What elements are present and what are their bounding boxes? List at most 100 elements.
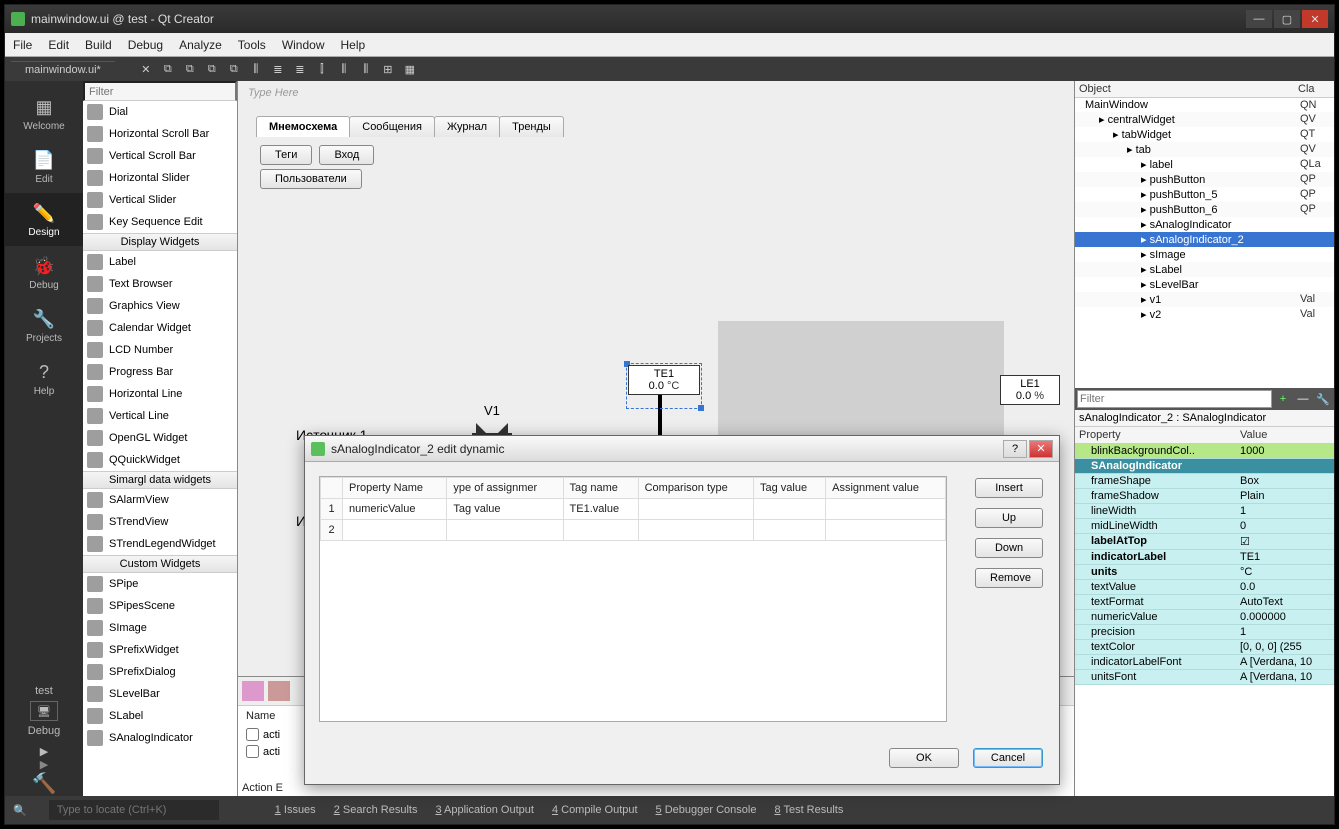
te1-indicator[interactable]: TE1 0.0 °C bbox=[628, 365, 700, 395]
widget-item[interactable]: STrendLegendWidget bbox=[83, 533, 237, 555]
mode-projects[interactable]: 🔧Projects bbox=[5, 299, 83, 352]
widget-item[interactable]: Text Browser bbox=[83, 273, 237, 295]
widget-item[interactable]: LCD Number bbox=[83, 339, 237, 361]
status-item[interactable]: 1 Issues bbox=[275, 804, 316, 816]
property-row[interactable]: SAnalogIndicator bbox=[1075, 459, 1334, 474]
action-checkbox[interactable] bbox=[246, 728, 259, 741]
folder-icon[interactable] bbox=[268, 681, 290, 701]
menu-tools[interactable]: Tools bbox=[238, 38, 266, 52]
menu-file[interactable]: File bbox=[13, 38, 32, 52]
status-item[interactable]: 5 Debugger Console bbox=[656, 804, 757, 816]
status-item[interactable]: 3 Application Output bbox=[435, 804, 533, 816]
widget-item[interactable]: SAnalogIndicator bbox=[83, 727, 237, 749]
widget-item[interactable]: Horizontal Line bbox=[83, 383, 237, 405]
widget-group-header[interactable]: Custom Widgets bbox=[83, 555, 237, 573]
menu-help[interactable]: Help bbox=[341, 38, 366, 52]
status-item[interactable]: 8 Test Results bbox=[774, 804, 843, 816]
widget-item[interactable]: Key Sequence Edit bbox=[83, 211, 237, 233]
object-tree-row[interactable]: ▸ tabWidgetQT bbox=[1075, 127, 1334, 142]
widget-item[interactable]: Vertical Scroll Bar bbox=[83, 145, 237, 167]
property-row[interactable]: textFormatAutoText bbox=[1075, 595, 1334, 610]
widget-item[interactable]: Vertical Line bbox=[83, 405, 237, 427]
object-tree-row[interactable]: ▸ tabQV bbox=[1075, 142, 1334, 157]
object-tree-row[interactable]: MainWindowQN bbox=[1075, 98, 1334, 112]
insert-button[interactable]: Insert bbox=[975, 478, 1043, 498]
object-tree-row[interactable]: ▸ pushButton_6QP bbox=[1075, 202, 1334, 217]
add-property-icon[interactable]: + bbox=[1274, 390, 1292, 408]
object-tree-row[interactable]: ▸ sAnalogIndicator bbox=[1075, 217, 1334, 232]
object-tree-row[interactable]: ▸ pushButtonQP bbox=[1075, 172, 1334, 187]
widget-item[interactable]: Label bbox=[83, 251, 237, 273]
widget-item[interactable]: SPipe bbox=[83, 573, 237, 595]
widget-item[interactable]: SPrefixWidget bbox=[83, 639, 237, 661]
toolbar-icon[interactable]: ⫼ bbox=[357, 60, 375, 78]
toolbar-icon[interactable]: ≣ bbox=[291, 60, 309, 78]
toolbar-icon[interactable]: ▦ bbox=[401, 60, 419, 78]
dynamic-table[interactable]: Property Nameype of assignmerTag nameCom… bbox=[319, 476, 947, 722]
toolbar-close-icon[interactable]: ✕ bbox=[137, 60, 155, 78]
action-checkbox[interactable] bbox=[246, 745, 259, 758]
toolbar-icon[interactable]: ⧉ bbox=[181, 60, 199, 78]
property-row[interactable]: frameShadowPlain bbox=[1075, 489, 1334, 504]
design-tab[interactable]: Мнемосхема bbox=[256, 116, 350, 137]
widget-item[interactable]: QQuickWidget bbox=[83, 449, 237, 471]
property-filter-input[interactable] bbox=[1077, 390, 1272, 408]
ok-button[interactable]: OK bbox=[889, 748, 959, 768]
folder-icon[interactable] bbox=[242, 681, 264, 701]
object-tree-row[interactable]: ▸ centralWidgetQV bbox=[1075, 112, 1334, 127]
locator-input[interactable] bbox=[49, 800, 219, 820]
widget-item[interactable]: Vertical Slider bbox=[83, 189, 237, 211]
settings-icon[interactable]: 🔧 bbox=[1314, 390, 1332, 408]
property-row[interactable]: frameShapeBox bbox=[1075, 474, 1334, 489]
widget-item[interactable]: Calendar Widget bbox=[83, 317, 237, 339]
property-row[interactable]: textValue0.0 bbox=[1075, 580, 1334, 595]
tags-button[interactable]: Теги bbox=[260, 145, 312, 165]
property-row[interactable]: unitsFontA [Verdana, 10 bbox=[1075, 670, 1334, 685]
toolbar-icon[interactable]: ⊞ bbox=[379, 60, 397, 78]
table-row[interactable]: 1numericValueTag valueTE1.value bbox=[321, 499, 946, 520]
widget-group-header[interactable]: Display Widgets bbox=[83, 233, 237, 251]
maximize-button[interactable]: ▢ bbox=[1274, 10, 1300, 28]
object-tree-row[interactable]: ▸ pushButton_5QP bbox=[1075, 187, 1334, 202]
widget-item[interactable]: STrendView bbox=[83, 511, 237, 533]
mode-welcome[interactable]: ▦Welcome bbox=[5, 87, 83, 140]
status-item[interactable]: 2 Search Results bbox=[334, 804, 418, 816]
run-debug-button[interactable]: ▶ bbox=[40, 758, 48, 771]
menu-analyze[interactable]: Analyze bbox=[179, 38, 222, 52]
mode-design[interactable]: ✏️Design bbox=[5, 193, 83, 246]
menu-window[interactable]: Window bbox=[282, 38, 325, 52]
property-row[interactable]: units°C bbox=[1075, 565, 1334, 580]
toolbar-icon[interactable]: ⧉ bbox=[159, 60, 177, 78]
widget-group-header[interactable]: Simargl data widgets bbox=[83, 471, 237, 489]
widget-item[interactable]: SLabel bbox=[83, 705, 237, 727]
widget-item[interactable]: Dial bbox=[83, 101, 237, 123]
document-tab[interactable]: mainwindow.ui* bbox=[11, 61, 115, 78]
object-tree-row[interactable]: ▸ labelQLa bbox=[1075, 157, 1334, 172]
menu-build[interactable]: Build bbox=[85, 38, 112, 52]
mode-edit[interactable]: 📄Edit bbox=[5, 140, 83, 193]
widget-item[interactable]: SLevelBar bbox=[83, 683, 237, 705]
menu-debug[interactable]: Debug bbox=[128, 38, 163, 52]
minimize-button[interactable]: — bbox=[1246, 10, 1272, 28]
widget-item[interactable]: SAlarmView bbox=[83, 489, 237, 511]
widget-item[interactable]: SPrefixDialog bbox=[83, 661, 237, 683]
widget-item[interactable]: Horizontal Slider bbox=[83, 167, 237, 189]
property-row[interactable]: precision1 bbox=[1075, 625, 1334, 640]
widget-item[interactable]: Progress Bar bbox=[83, 361, 237, 383]
widget-item[interactable]: Graphics View bbox=[83, 295, 237, 317]
status-item[interactable]: 4 Compile Output bbox=[552, 804, 638, 816]
close-button[interactable]: ✕ bbox=[1302, 10, 1328, 28]
widget-item[interactable]: OpenGL Widget bbox=[83, 427, 237, 449]
project-selector[interactable]: test 🖥 Debug bbox=[28, 685, 60, 737]
toolbar-icon[interactable]: ⧉ bbox=[225, 60, 243, 78]
property-row[interactable]: indicatorLabelFontA [Verdana, 10 bbox=[1075, 655, 1334, 670]
dialog-help-button[interactable]: ? bbox=[1003, 440, 1027, 458]
locator-icon[interactable]: 🔍 bbox=[13, 804, 27, 817]
widget-filter-input[interactable] bbox=[83, 81, 237, 101]
widget-item[interactable]: Horizontal Scroll Bar bbox=[83, 123, 237, 145]
widget-item[interactable]: SImage bbox=[83, 617, 237, 639]
object-tree-row[interactable]: ▸ sAnalogIndicator_2 bbox=[1075, 232, 1334, 247]
table-row[interactable]: 2 bbox=[321, 520, 946, 541]
toolbar-icon[interactable]: ⫿ bbox=[313, 60, 331, 78]
remove-property-icon[interactable]: — bbox=[1294, 390, 1312, 408]
